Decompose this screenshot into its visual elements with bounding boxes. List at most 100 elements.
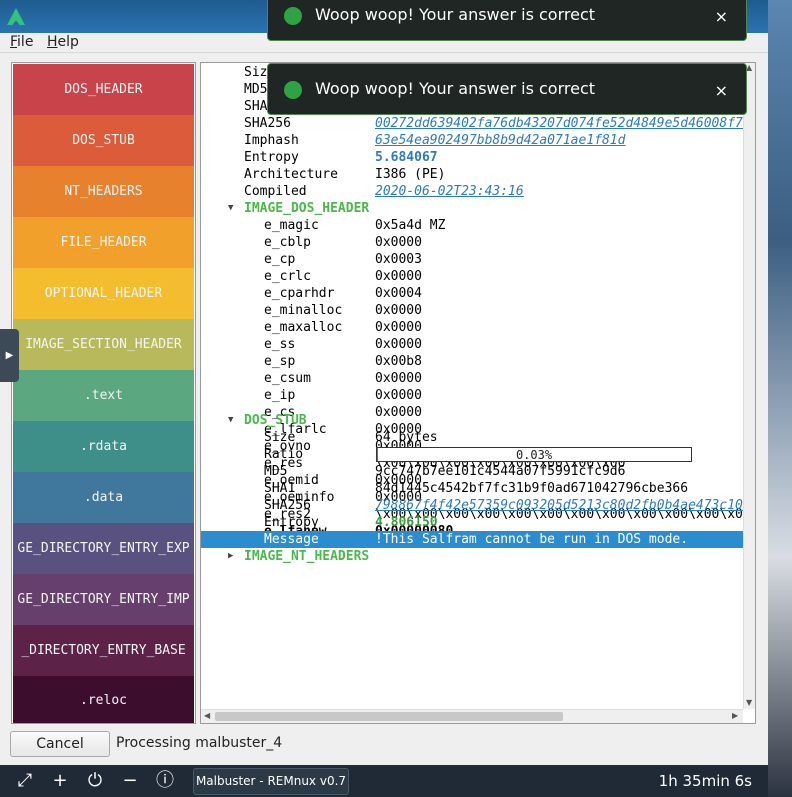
collapse-arrow-icon: ▼ [228,203,234,213]
structure-block[interactable]: .data [13,472,194,523]
tree-row[interactable]: e_cp 0x0003 [201,251,743,268]
field-key: Compiled [244,184,307,199]
session-timer: 1h 35min 6s [658,772,752,790]
field-key: Entropy [244,150,299,165]
section-title: IMAGE_NT_HEADERS [244,549,370,564]
field-key: Size [264,430,296,445]
menu-file[interactable]: File [10,34,33,50]
tree-row[interactable]: Imphash 63e54ea902497bb8b9d42a071ae1f81d [201,132,743,149]
horizontal-scrollbar[interactable]: ◀ ▶ [201,709,743,723]
toast-close-icon[interactable]: × [715,81,728,100]
hash-link[interactable]: 63e54ea902497bb8b9d42a071ae1f81d [375,132,625,149]
structure-block[interactable]: DOS_STUB [13,115,194,166]
section-title: IMAGE_DOS_HEADER [244,201,370,216]
taskbar-window-button[interactable]: Malbuster - REMnux v0.7 [193,768,349,795]
minus-icon[interactable]: − [119,771,141,793]
tree-row[interactable]: e_cblp 0x0000 [201,234,743,251]
tree-row[interactable]: e_csum 0x0000 [201,370,743,387]
field-key: e_minalloc [264,303,343,318]
tree-row[interactable]: e_sp 0x00b8 [201,353,743,370]
ratio-progress-bar: 0.03% [376,447,692,462]
tree-row[interactable]: e_magic 0x5a4d MZ [201,217,743,234]
field-key: e_ip [264,388,296,403]
tree-row[interactable]: e_crlc 0x0000 [201,268,743,285]
tree-row-sha256[interactable]: SHA256 798867f4f42e57359c093205d5213c80d… [201,497,743,514]
hash-link[interactable]: 2020-06-02T23:43:16 [375,183,524,200]
scroll-left-icon[interactable]: ◀ [204,711,210,720]
tree-section-dos-stub[interactable]: ▼ DOS_STUB [201,412,743,429]
check-circle-icon [284,7,302,25]
field-value: 0x0000 [375,320,422,335]
fullscreen-icon[interactable]: ⤢ [14,771,36,793]
structure-block[interactable]: NT_HEADERS [13,166,194,217]
tree-row-entropy[interactable]: Entropy 4.806150 [201,514,743,531]
tree-row[interactable]: Entropy 5.684067 [201,149,743,166]
structure-block[interactable]: OPTIONAL_HEADER [13,268,194,319]
structure-block[interactable]: _DIRECTORY_ENTRY_BASE [13,625,194,676]
status-text: Processing malbuster_4 [116,735,283,751]
field-value: 0x0000 [375,269,422,284]
sha256-link[interactable]: 798867f4f42e57359c093205d5213c80d2fb0b4a… [375,497,743,514]
tree-row[interactable]: Compiled 2020-06-02T23:43:16 [201,183,743,200]
cancel-button[interactable]: Cancel [10,731,110,757]
toast-message: Woop woop! Your answer is correct [315,79,596,98]
panel-toggle-handle[interactable]: ▶ [0,329,19,382]
info-icon[interactable]: ⓘ [154,771,176,793]
tree-row-message-selected[interactable]: Message !This Salfram cannot be run in D… [201,531,743,548]
structure-block[interactable]: GE_DIRECTORY_ENTRY_EXP [13,523,194,574]
pe-structure-panel: DOS_HEADER DOS_STUB NT_HEADERS FILE_HEADER O… [11,62,196,724]
structure-block[interactable]: GE_DIRECTORY_ENTRY_IMP [13,574,194,625]
tree-row[interactable]: e_ss 0x0000 [201,336,743,353]
field-value: 9cc747b7ee101c4544a07f5991cfc9d6 [375,464,626,479]
hash-link[interactable]: 00272dd639402fa76db43207d074fe52d4849e5d… [375,115,751,132]
pe-tree-view[interactable]: Siz MD5 SHA SHA256 00272dd639402fa76db43207d… [200,62,756,724]
tree-row[interactable]: Architecture I386 (PE) [201,166,743,183]
scroll-down-icon[interactable]: ▼ [746,698,752,707]
expand-arrow-icon: ▶ [228,551,234,561]
vertical-scrollbar[interactable]: ▲ ▼ [743,63,755,709]
field-key: Ratio [264,447,304,462]
tree-row-size[interactable]: Size 64 bytes [201,429,743,446]
structure-block[interactable]: FILE_HEADER [13,217,194,268]
structure-block[interactable]: .reloc [13,676,194,723]
field-key: e_crlc [264,269,311,284]
field-value: 0x00b8 [375,354,422,369]
tree-row-md5[interactable]: MD5 9cc747b7ee101c4544a07f5991cfc9d6 [201,463,743,480]
plus-icon[interactable]: + [49,771,71,793]
tree-row[interactable]: e_ip 0x0000 [201,387,743,404]
field-key: SHA256 [244,116,291,131]
tree-row[interactable]: e_minalloc 0x0000 [201,302,743,319]
success-toast-1: Woop woop! Your answer is correct × [267,0,747,41]
tree-row[interactable]: e_cparhdr 0x0004 [201,285,743,302]
tree-section-dos-header[interactable]: ▼ IMAGE_DOS_HEADER [201,200,743,217]
tree-row[interactable]: SHA256 00272dd639402fa76db43207d074fe52d4… [201,115,751,132]
structure-block[interactable]: DOS_HEADER [13,64,194,115]
field-value: 0x0000 [375,303,422,318]
structure-block[interactable]: .text [13,370,194,421]
field-key: SHA1 [264,481,296,496]
field-key: Imphash [244,133,299,148]
tree-row-sha1[interactable]: SHA1 84d1445c4542bf7fc31b9f0ad671042796c… [201,480,743,497]
scroll-right-icon[interactable]: ▶ [732,711,738,720]
toast-close-icon[interactable]: × [715,7,728,26]
field-key: SHA256 [264,498,311,513]
structure-block[interactable]: IMAGE_SECTION_HEADER [13,319,194,370]
toast-message: Woop woop! Your answer is correct [315,5,596,24]
field-value: 0x0000 [375,388,422,403]
tree-row[interactable]: e_maxalloc 0x0000 [201,319,743,336]
power-icon[interactable]: ⏻ [84,771,106,793]
field-value: 0x0000 [375,337,422,352]
tree-row-ratio[interactable]: Ratio 0.03% [201,446,743,463]
field-value: 5.684067 [375,150,438,165]
tree-section-nt-headers[interactable]: ▶ IMAGE_NT_HEADERS [201,548,743,565]
field-value: 0x0000 [375,235,422,250]
field-key: MD5 [244,82,268,97]
success-toast-2: Woop woop! Your answer is correct × [267,63,747,115]
structure-block[interactable]: .rdata [13,421,194,472]
desktop-background [768,0,792,797]
field-value: 84d1445c4542bf7fc31b9f0ad671042796cbe366 [375,481,689,496]
scrollbar-thumb[interactable] [215,712,563,721]
menu-help[interactable]: Help [47,34,79,50]
field-key: MD5 [264,464,288,479]
taskbar: ⤢ + ⏻ − ⓘ Malbuster - REMnux v0.7 1h 35m… [0,765,768,797]
